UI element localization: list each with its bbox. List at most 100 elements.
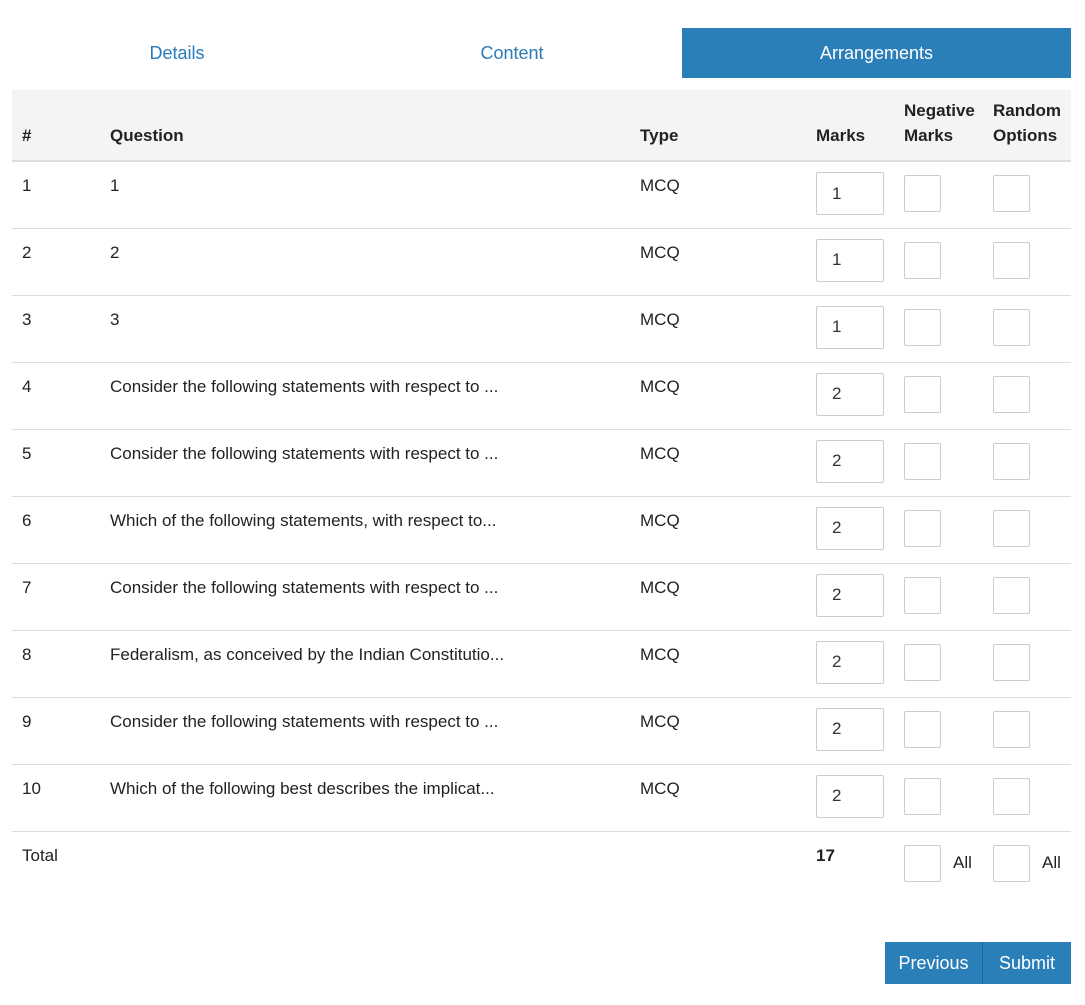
column-header-marks: Marks <box>806 90 894 162</box>
random-options-checkbox[interactable] <box>993 308 1030 346</box>
random-all-wrap: All <box>993 844 1071 882</box>
submit-button[interactable]: Submit <box>983 942 1071 984</box>
marks-input[interactable] <box>816 707 884 751</box>
negative-header-line1: Negative <box>904 101 975 120</box>
table-row: 10 Which of the following best describes … <box>12 763 1071 831</box>
row-negative-cell <box>894 227 983 295</box>
previous-button[interactable]: Previous <box>885 942 983 984</box>
row-random-cell <box>983 763 1071 831</box>
row-marks-cell <box>806 428 894 496</box>
random-options-checkbox[interactable] <box>993 442 1030 480</box>
marks-input[interactable] <box>816 238 884 282</box>
row-type: MCQ <box>630 763 806 831</box>
negative-marks-checkbox[interactable] <box>904 777 941 815</box>
row-marks-cell <box>806 161 894 228</box>
row-question: Consider the following statements with r… <box>100 361 630 429</box>
negative-marks-checkbox[interactable] <box>904 576 941 614</box>
table-header-row: # Question Type Marks Negative Marks Ran… <box>12 90 1071 162</box>
row-negative-cell <box>894 562 983 630</box>
row-type: MCQ <box>630 227 806 295</box>
row-type: MCQ <box>630 294 806 362</box>
row-negative-cell <box>894 161 983 228</box>
row-marks-cell <box>806 696 894 764</box>
total-marks-value: 17 <box>806 830 894 921</box>
row-negative-cell <box>894 629 983 697</box>
row-number: 2 <box>12 227 100 295</box>
random-options-checkbox[interactable] <box>993 241 1030 279</box>
random-options-checkbox[interactable] <box>993 509 1030 547</box>
row-number: 9 <box>12 696 100 764</box>
negative-marks-checkbox[interactable] <box>904 509 941 547</box>
marks-input[interactable] <box>816 372 884 416</box>
negative-marks-checkbox[interactable] <box>904 241 941 279</box>
random-header-line1: Random <box>993 101 1061 120</box>
marks-input[interactable] <box>816 506 884 550</box>
nav-button-group: Previous Submit <box>885 942 1071 984</box>
marks-input[interactable] <box>816 305 884 349</box>
row-random-cell <box>983 495 1071 563</box>
negative-marks-checkbox[interactable] <box>904 442 941 480</box>
table-row: 4 Consider the following statements with … <box>12 361 1071 429</box>
tab-bar: Details Content Arrangements <box>12 28 1071 78</box>
row-question: 2 <box>100 227 630 295</box>
marks-input[interactable] <box>816 774 884 818</box>
total-label: Total <box>12 830 100 921</box>
tab-details[interactable]: Details <box>12 28 342 78</box>
marks-input[interactable] <box>816 640 884 684</box>
row-number: 5 <box>12 428 100 496</box>
total-spacer-question <box>100 830 630 921</box>
row-type: MCQ <box>630 428 806 496</box>
row-marks-cell <box>806 629 894 697</box>
random-header-line2: Options <box>993 126 1058 145</box>
random-options-checkbox[interactable] <box>993 710 1030 748</box>
marks-input[interactable] <box>816 172 884 215</box>
negative-all-label: All <box>953 853 972 872</box>
negative-marks-checkbox[interactable] <box>904 175 941 212</box>
row-type: MCQ <box>630 361 806 429</box>
column-header-random-options: Random Options <box>983 90 1071 162</box>
random-options-checkbox[interactable] <box>993 175 1030 212</box>
row-type: MCQ <box>630 495 806 563</box>
table-row: 1 1 MCQ <box>12 161 1071 228</box>
table-row: 3 3 MCQ <box>12 294 1071 362</box>
random-options-checkbox[interactable] <box>993 777 1030 815</box>
marks-input[interactable] <box>816 573 884 617</box>
random-options-checkbox[interactable] <box>993 375 1030 413</box>
row-number: 4 <box>12 361 100 429</box>
random-options-checkbox[interactable] <box>993 643 1030 681</box>
row-marks-cell <box>806 562 894 630</box>
column-header-type: Type <box>630 90 806 162</box>
row-number: 6 <box>12 495 100 563</box>
negative-all-cell: All <box>894 830 983 921</box>
row-random-cell <box>983 361 1071 429</box>
row-number: 7 <box>12 562 100 630</box>
negative-all-checkbox[interactable] <box>904 844 941 882</box>
total-spacer-type <box>630 830 806 921</box>
row-number: 1 <box>22 176 32 195</box>
row-negative-cell <box>894 495 983 563</box>
row-random-cell <box>983 428 1071 496</box>
tab-arrangements[interactable]: Arrangements <box>682 28 1071 78</box>
negative-marks-checkbox[interactable] <box>904 710 941 748</box>
table-row: 8 Federalism, as conceived by the Indian … <box>12 629 1071 697</box>
random-all-checkbox[interactable] <box>993 844 1030 882</box>
row-type: MCQ <box>640 176 680 195</box>
tab-content[interactable]: Content <box>347 28 677 78</box>
row-question: Which of the following statements, with … <box>100 495 630 563</box>
row-question: 1 <box>110 176 120 195</box>
random-all-cell: All <box>983 830 1071 921</box>
row-random-cell <box>983 562 1071 630</box>
negative-marks-checkbox[interactable] <box>904 643 941 681</box>
negative-marks-checkbox[interactable] <box>904 375 941 413</box>
table-row: 7 Consider the following statements with … <box>12 562 1071 630</box>
row-negative-cell <box>894 763 983 831</box>
row-type: MCQ <box>630 696 806 764</box>
negative-marks-checkbox[interactable] <box>904 308 941 346</box>
row-type: MCQ <box>630 562 806 630</box>
negative-header-line2: Marks <box>904 126 954 145</box>
column-header-number: # <box>12 90 100 162</box>
random-all-label: All <box>1042 853 1061 872</box>
random-options-checkbox[interactable] <box>993 576 1030 614</box>
marks-input[interactable] <box>816 439 884 483</box>
row-random-cell <box>983 227 1071 295</box>
